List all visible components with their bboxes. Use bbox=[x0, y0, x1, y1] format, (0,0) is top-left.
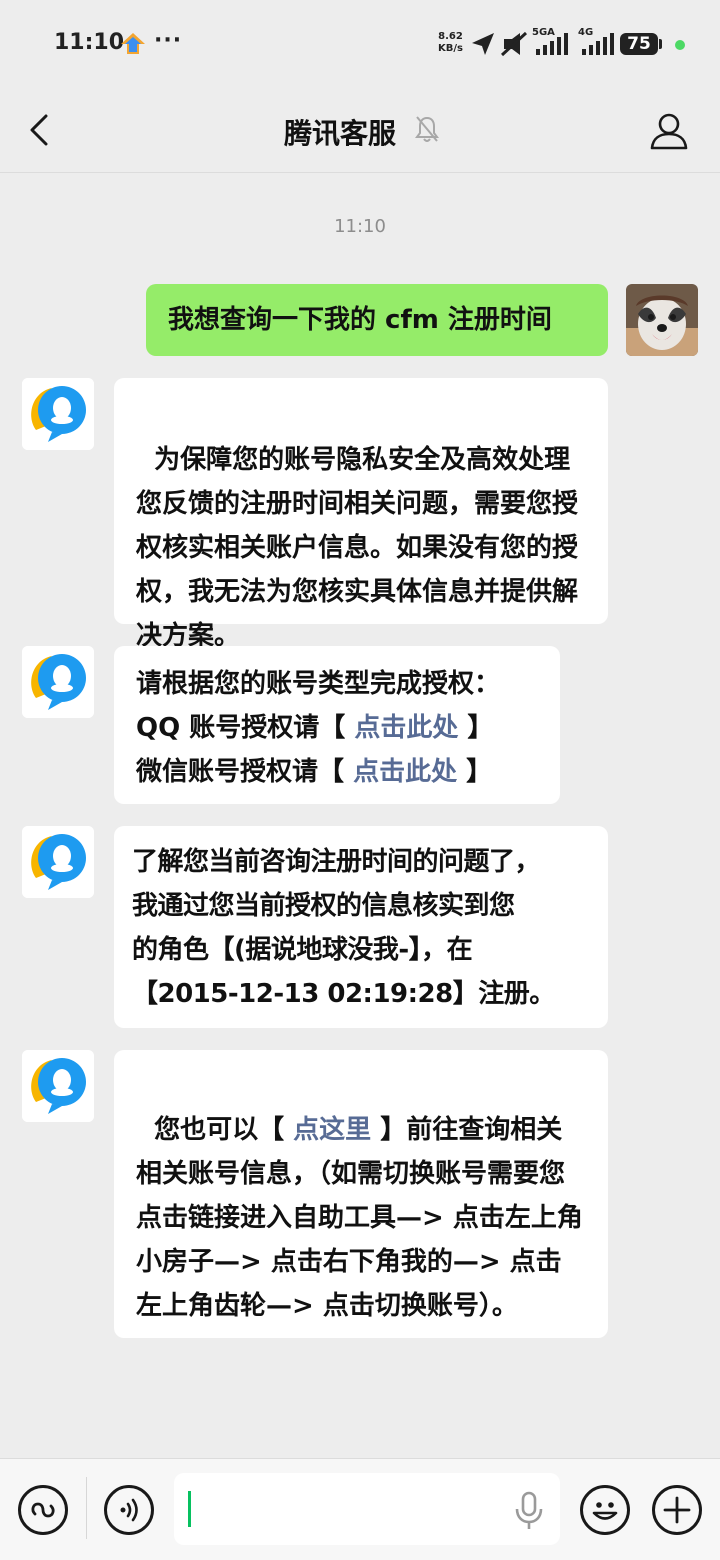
voice-icon bbox=[120, 1498, 138, 1522]
bracket-close: 】 bbox=[457, 757, 493, 787]
chat-header: 腾讯客服 bbox=[0, 90, 720, 173]
divider bbox=[86, 1477, 87, 1539]
status-bar: 11:10 ··· 8.62 KB/s 5GA 4G 75 bbox=[0, 0, 720, 90]
app-notification-icon bbox=[121, 33, 145, 54]
bot-avatar[interactable] bbox=[22, 646, 94, 718]
message-input[interactable] bbox=[174, 1473, 560, 1545]
message-text: 】前往查询相关相关账号信息，（如需切换账号需要您点击链接进入自助工具—> 点击左… bbox=[136, 1115, 583, 1321]
signal-label-4g: 4G bbox=[578, 27, 594, 38]
net-speed-unit: KB/s bbox=[438, 43, 463, 54]
status-more-dots: ··· bbox=[154, 28, 183, 53]
auth-instruction: 请根据您的账号类型完成授权： bbox=[136, 669, 501, 699]
mini-program-icon bbox=[31, 1502, 55, 1518]
mute-icon bbox=[500, 31, 528, 57]
text-caret bbox=[188, 1491, 191, 1527]
signal-label-5ga: 5GA bbox=[532, 27, 555, 38]
qq-auth-link[interactable]: 点击此处 bbox=[354, 713, 458, 743]
my-message-bubble[interactable]: 我想查询一下我的 cfm 注册时间 bbox=[146, 284, 608, 356]
message-text: 为保障您的账号隐私安全及高效处理您反馈的注册时间相关问题，需要您授权核实相关账户… bbox=[136, 445, 579, 651]
battery-icon: 75 bbox=[620, 33, 658, 55]
wechat-auth-label: 微信账号授权请【 bbox=[136, 757, 354, 787]
bot-avatar[interactable] bbox=[22, 1050, 94, 1122]
qq-auth-line: QQ 账号授权请【 点击此处 】 bbox=[136, 706, 538, 750]
registration-time-line: 【2015-12-13 02:19:28】注册。 bbox=[132, 979, 555, 1009]
location-arrow-icon bbox=[472, 33, 494, 55]
bell-muted-icon bbox=[415, 116, 439, 142]
message-text: 我想查询一下我的 cfm 注册时间 bbox=[168, 305, 552, 335]
message-line: 了解您当前咨询注册时间的问题了， bbox=[132, 847, 541, 877]
battery-tip bbox=[659, 39, 662, 49]
wechat-auth-line: 微信账号授权请【 点击此处 】 bbox=[136, 750, 538, 794]
plus-button[interactable] bbox=[652, 1485, 702, 1535]
profile-icon[interactable] bbox=[648, 110, 690, 152]
emoji-icon bbox=[592, 1502, 618, 1520]
bot-avatar[interactable] bbox=[22, 826, 94, 898]
mini-program-button[interactable] bbox=[18, 1485, 68, 1535]
net-speed: 8.62 KB/s bbox=[438, 31, 463, 55]
message-line: 我通过您当前授权的信息核实到您 bbox=[132, 891, 515, 921]
wechat-auth-link[interactable]: 点击此处 bbox=[353, 757, 457, 787]
bracket-close: 】 bbox=[458, 713, 494, 743]
message-text: 您也可以【 bbox=[154, 1115, 294, 1145]
plus-icon bbox=[663, 1496, 691, 1524]
mic-icon[interactable] bbox=[514, 1491, 544, 1531]
bot-avatar[interactable] bbox=[22, 378, 94, 450]
user-avatar[interactable] bbox=[626, 284, 698, 356]
bot-message-bubble[interactable]: 了解您当前咨询注册时间的问题了， 我通过您当前授权的信息核实到您 的角色【(据说… bbox=[114, 826, 608, 1028]
bot-message-bubble[interactable]: 您也可以【 点这里 】前往查询相关相关账号信息，（如需切换账号需要您点击链接进入… bbox=[114, 1050, 608, 1338]
input-bar bbox=[0, 1458, 720, 1560]
privacy-indicator-dot bbox=[675, 40, 685, 50]
voice-button[interactable] bbox=[104, 1485, 154, 1535]
bot-message-bubble[interactable]: 请根据您的账号类型完成授权： QQ 账号授权请【 点击此处 】 微信账号授权请【… bbox=[114, 646, 560, 804]
status-time: 11:10 bbox=[54, 30, 125, 55]
chat-timestamp: 11:10 bbox=[334, 216, 386, 237]
query-link[interactable]: 点这里 bbox=[293, 1115, 371, 1145]
bot-message-bubble[interactable]: 为保障您的账号隐私安全及高效处理您反馈的注册时间相关问题，需要您授权核实相关账户… bbox=[114, 378, 608, 651]
message-line: 的角色【(据说地球没我-】，在 bbox=[132, 935, 473, 965]
emoji-button[interactable] bbox=[580, 1485, 630, 1535]
chat-title: 腾讯客服 bbox=[283, 117, 396, 150]
net-speed-value: 8.62 bbox=[438, 31, 463, 42]
qq-auth-label: QQ 账号授权请【 bbox=[136, 713, 355, 743]
